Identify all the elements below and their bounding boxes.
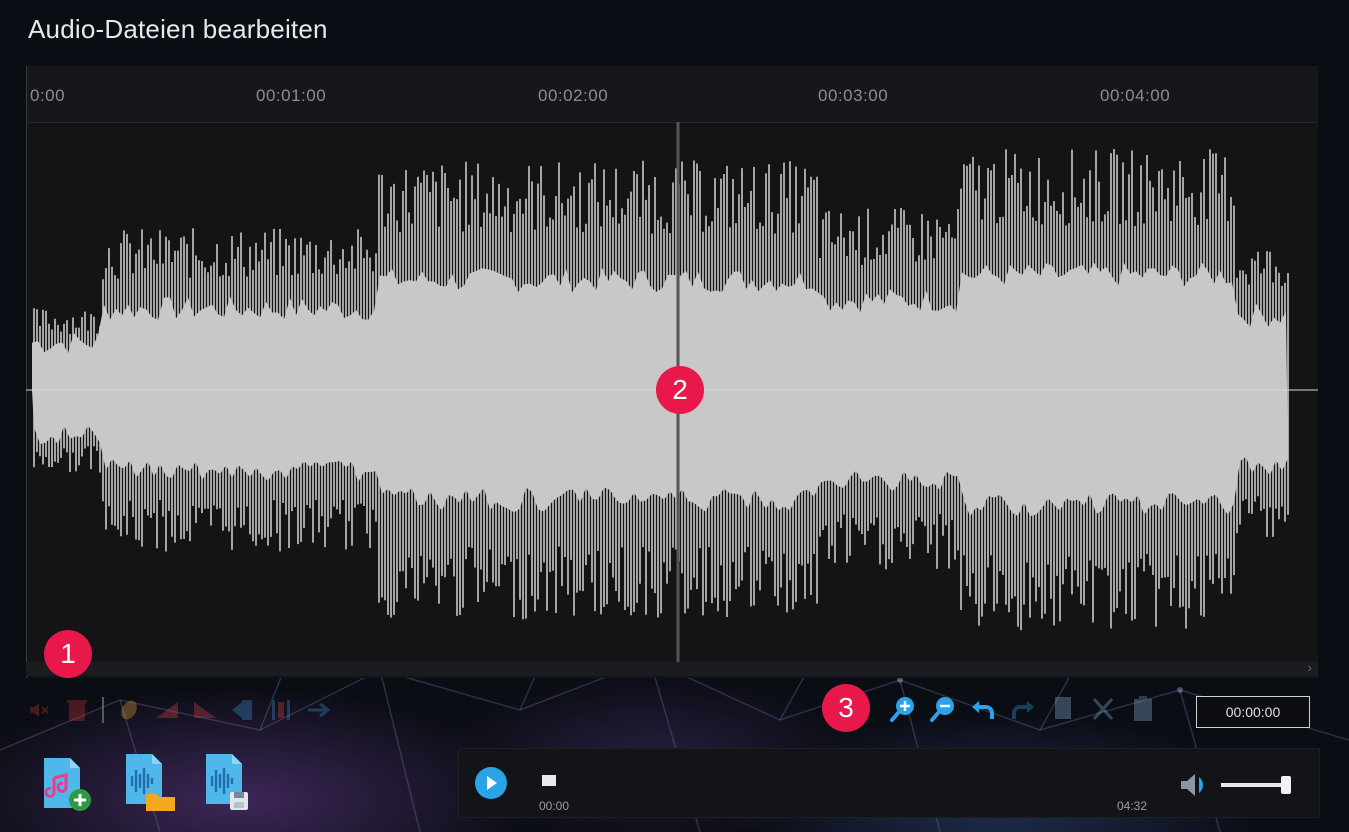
edit-toolbar <box>26 690 332 730</box>
tick-label: 0:00 <box>30 86 66 105</box>
split-left-icon[interactable] <box>230 697 256 723</box>
arrow-icon[interactable] <box>306 697 332 723</box>
add-audio-file-icon[interactable] <box>40 750 98 812</box>
zoom-in-icon[interactable] <box>888 694 918 724</box>
erase-icon[interactable] <box>116 697 142 723</box>
chevron-right-icon[interactable]: › <box>1308 660 1312 675</box>
audio-player: 00:00 04:32 <box>458 748 1320 818</box>
cut-icon[interactable] <box>1088 694 1118 724</box>
undo-icon[interactable] <box>968 694 998 724</box>
volume-slider[interactable] <box>1221 783 1287 787</box>
marker-badge: 1 <box>44 630 92 678</box>
end-time-label: 04:32 <box>1117 799 1148 813</box>
timeline-ruler[interactable]: 0:00 00:01:00 00:02:00 00:03:00 00:04:00 <box>26 66 1318 678</box>
copy-icon[interactable] <box>1048 694 1078 724</box>
view-toolbar <box>888 694 1158 724</box>
redo-icon[interactable] <box>1008 694 1038 724</box>
fade-out-icon[interactable] <box>192 697 218 723</box>
play-icon <box>487 776 497 790</box>
volume-icon[interactable] <box>1179 773 1209 802</box>
tick-label: 00:01:00 <box>256 86 327 105</box>
tick-label: 00:04:00 <box>1100 86 1171 105</box>
current-time-field[interactable]: 00:00:00 <box>1196 696 1310 728</box>
open-audio-folder-icon[interactable] <box>120 750 178 812</box>
play-button[interactable] <box>475 767 507 799</box>
paste-icon[interactable] <box>1128 694 1158 724</box>
fade-in-icon[interactable] <box>154 697 180 723</box>
stop-button[interactable] <box>542 775 556 786</box>
zoom-out-icon[interactable] <box>928 694 958 724</box>
horizontal-scrollbar[interactable]: › <box>26 660 1318 676</box>
marker-badge: 2 <box>656 366 704 414</box>
volume-slider-handle[interactable] <box>1281 776 1291 794</box>
tick-label: 00:03:00 <box>818 86 889 105</box>
split-right-icon[interactable] <box>268 697 294 723</box>
delete-icon[interactable] <box>64 697 90 723</box>
marker-badge: 3 <box>822 684 870 732</box>
page-title: Audio-Dateien bearbeiten <box>28 14 328 44</box>
mute-icon[interactable] <box>26 697 52 723</box>
start-time-label: 00:00 <box>539 799 570 813</box>
file-buttons <box>40 750 258 812</box>
save-audio-file-icon[interactable] <box>200 750 258 812</box>
tick-label: 00:02:00 <box>538 86 609 105</box>
toolbar-separator <box>102 697 104 723</box>
